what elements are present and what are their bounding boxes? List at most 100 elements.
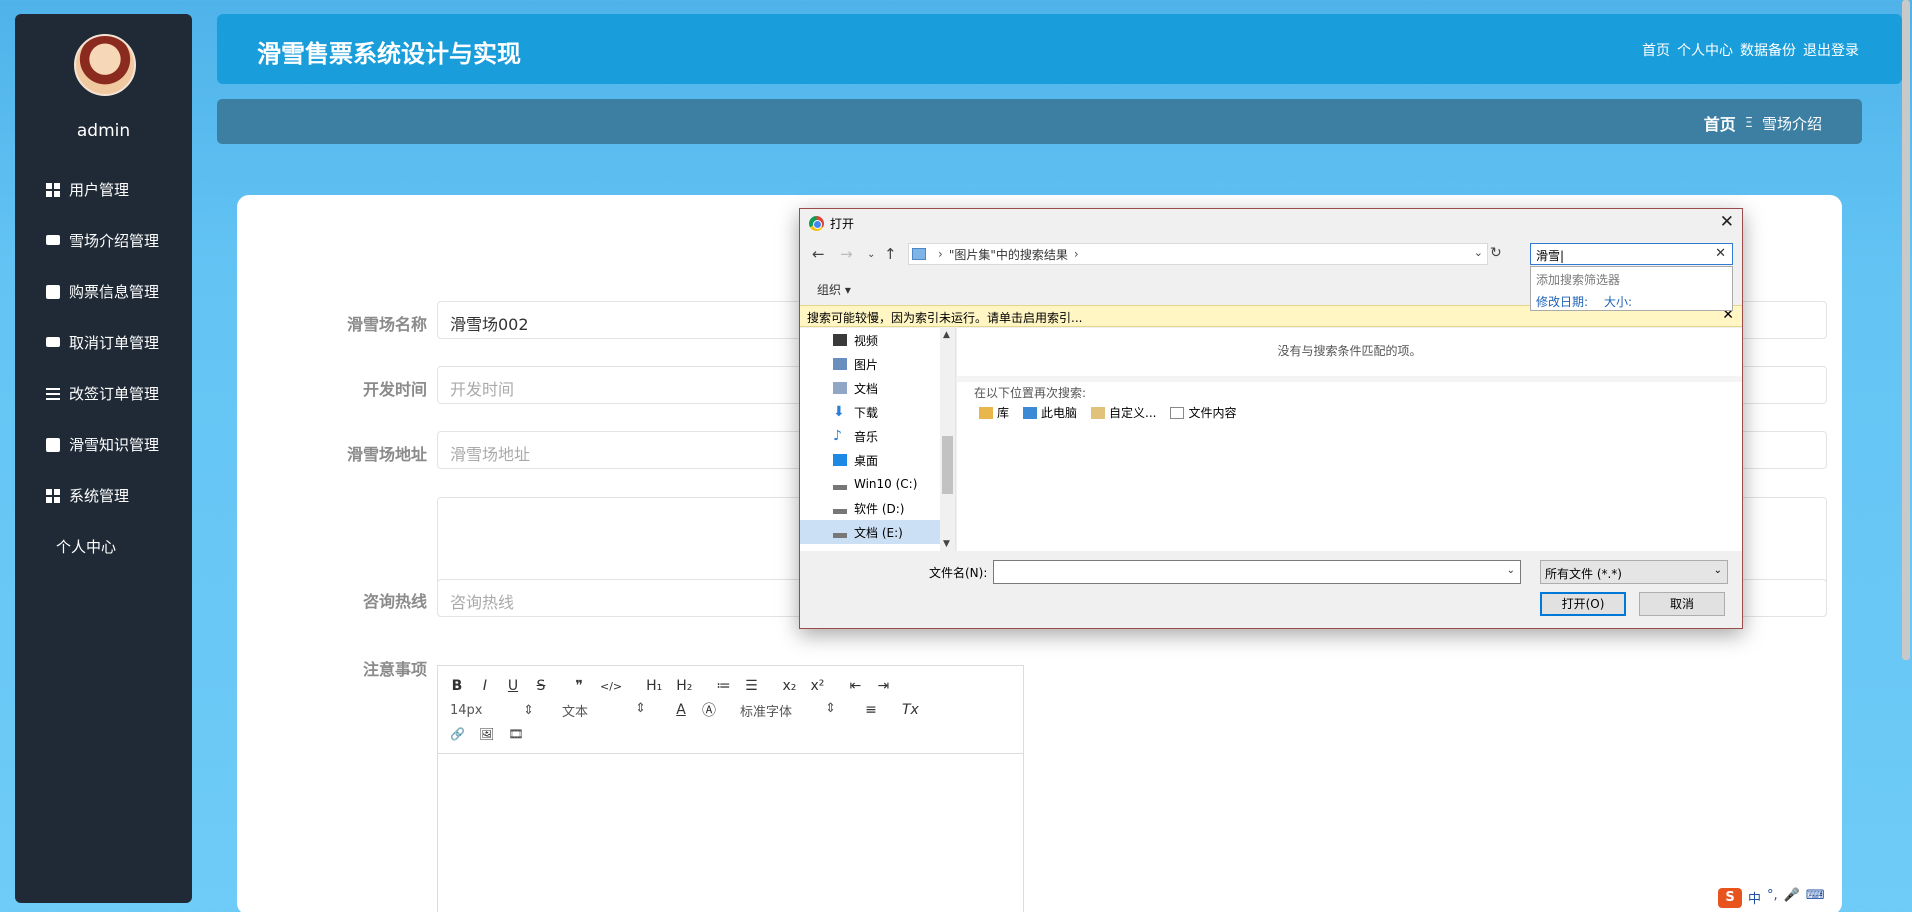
up-arrow-icon[interactable]: ↑: [884, 245, 897, 263]
quote-icon[interactable]: ❞: [572, 678, 586, 694]
toolbar-row-3: 🔗 🖼 🎞: [450, 722, 1011, 746]
refresh-icon[interactable]: ↻: [1490, 245, 1502, 261]
nav-item-label: Win10 (C:): [854, 477, 918, 491]
nav-item-label: 视频: [854, 333, 879, 348]
bold-button[interactable]: B: [450, 678, 464, 694]
nav-item-videos[interactable]: 视频: [800, 328, 955, 352]
search-again-custom[interactable]: 自定义...: [1091, 404, 1156, 421]
back-arrow-icon[interactable]: ←: [812, 245, 825, 263]
code-icon[interactable]: </>: [600, 680, 622, 693]
strikethrough-button[interactable]: S: [534, 678, 548, 694]
sidebar-item-ski-resort[interactable]: 雪场介绍管理: [15, 215, 192, 266]
clear-icon[interactable]: ✕: [1715, 246, 1726, 261]
nav-item-label: 文档 (E:): [854, 525, 903, 540]
nav-item-music[interactable]: ♪ 音乐: [800, 424, 955, 448]
search-again-file-contents[interactable]: 文件内容: [1170, 404, 1237, 421]
chrome-icon: [809, 216, 824, 231]
nav-item-drive-e[interactable]: 文档 (E:): [800, 520, 955, 544]
subscript-button[interactable]: x₂: [782, 678, 796, 694]
clear-format-icon[interactable]: Tx: [902, 702, 919, 718]
italic-button[interactable]: I: [478, 678, 492, 694]
divider: [957, 376, 1742, 382]
search-again-this-pc[interactable]: 此电脑: [1023, 404, 1077, 421]
keyboard-icon[interactable]: ⌨: [1806, 888, 1825, 908]
sidebar-item-users[interactable]: 用户管理: [15, 164, 192, 215]
editor-content-area[interactable]: [438, 754, 1023, 912]
filter-size[interactable]: 大小:: [1604, 293, 1632, 310]
nav-item-downloads[interactable]: ⬇ 下载: [800, 400, 955, 424]
sidebar-item-label: 系统管理: [69, 487, 130, 505]
sidebar-item-system[interactable]: 系统管理: [15, 470, 192, 521]
chevron-down-icon[interactable]: ⌄: [1507, 565, 1515, 576]
font-color-icon[interactable]: A: [674, 702, 688, 718]
scroll-thumb[interactable]: [942, 436, 953, 494]
close-icon[interactable]: ✕: [1720, 212, 1734, 232]
sidebar-item-cancel-orders[interactable]: 取消订单管理: [15, 317, 192, 368]
microphone-icon[interactable]: 🎤: [1784, 888, 1800, 908]
nav-item-drive-c[interactable]: Win10 (C:): [800, 472, 955, 496]
superscript-button[interactable]: x²: [810, 678, 824, 694]
header-link-data-backup[interactable]: 数据备份: [1740, 40, 1796, 60]
breadcrumb-separator: Ξ: [1744, 115, 1753, 131]
ordered-list-icon[interactable]: ≔: [716, 678, 730, 694]
sidebar-item-rebook-orders[interactable]: 改签订单管理: [15, 368, 192, 419]
forward-arrow-icon[interactable]: →: [840, 245, 853, 263]
image-icon[interactable]: 🖼: [479, 727, 494, 741]
filename-input[interactable]: ⌄: [993, 560, 1521, 584]
nav-item-desktop[interactable]: 桌面: [800, 448, 955, 472]
heading1-button[interactable]: H₁: [646, 678, 662, 694]
sidebar-item-ski-knowledge[interactable]: 滑雪知识管理: [15, 419, 192, 470]
sidebar-item-personal-center[interactable]: 个人中心: [15, 521, 289, 749]
block-type-select[interactable]: 文本 ⇕: [562, 701, 646, 720]
open-button[interactable]: 打开(O): [1540, 592, 1626, 616]
page-scrollbar[interactable]: [1902, 0, 1910, 660]
download-icon: ⬇: [833, 404, 845, 420]
document-icon: [1170, 406, 1185, 419]
header-link-home[interactable]: 首页: [1642, 40, 1670, 60]
search-again-libraries[interactable]: 库: [979, 404, 1009, 421]
outdent-icon[interactable]: ⇤: [848, 678, 862, 694]
address-bar[interactable]: › "图片集"中的搜索结果 › ⌄: [908, 243, 1488, 265]
font-family-select[interactable]: 标准字体 ⇕: [740, 701, 836, 720]
underline-button[interactable]: U: [506, 678, 520, 694]
sidebar-item-label: 滑雪知识管理: [69, 436, 160, 454]
top-header: 滑雪售票系统设计与实现 首页 个人中心 数据备份 退出登录: [217, 14, 1902, 84]
heading2-button[interactable]: H₂: [676, 678, 692, 694]
chevron-down-icon[interactable]: ⌄: [1474, 246, 1483, 259]
nav-item-label: 下载: [854, 405, 879, 420]
header-link-logout[interactable]: 退出登录: [1803, 40, 1859, 60]
header-links: 首页 个人中心 数据备份 退出登录: [1642, 40, 1859, 60]
drive-e-icon: [833, 526, 847, 538]
filter-date-modified[interactable]: 修改日期:: [1536, 293, 1588, 310]
bullet-list-icon[interactable]: ☰: [744, 678, 758, 694]
font-size-select[interactable]: 14px ⇕: [450, 703, 534, 718]
scroll-up-icon[interactable]: ▲: [943, 330, 950, 340]
background-color-icon[interactable]: Ⓐ: [702, 700, 716, 720]
organize-menu[interactable]: 组织 ▾: [817, 281, 851, 298]
scroll-down-icon[interactable]: ▼: [943, 539, 950, 549]
open-time-label: 开发时间: [362, 380, 427, 399]
sidebar: admin 用户管理 雪场介绍管理 购票信息管理 取消订单管理 改签订单管理 滑…: [15, 14, 289, 903]
link-icon[interactable]: 🔗: [450, 727, 465, 741]
indent-icon[interactable]: ⇥: [876, 678, 890, 694]
open-file-dialog: 打开 ✕ ← → ⌄ ↑ › "图片集"中的搜索结果 › ⌄ ↻ 滑雪| ✕ 添…: [799, 208, 1743, 629]
nav-item-pictures[interactable]: 图片: [800, 352, 955, 376]
nav-item-documents[interactable]: 文档: [800, 376, 955, 400]
align-icon[interactable]: ≡: [864, 702, 878, 718]
nav-item-drive-d[interactable]: 软件 (D:): [800, 496, 955, 520]
recent-dropdown-icon[interactable]: ⌄: [867, 249, 875, 260]
address-label: 滑雪场地址: [346, 445, 427, 464]
sidebar-item-tickets[interactable]: 购票信息管理: [15, 266, 192, 317]
breadcrumb-home[interactable]: 首页: [1704, 111, 1736, 135]
sogou-logo-icon[interactable]: S: [1718, 888, 1742, 908]
avatar[interactable]: [74, 34, 136, 96]
nav-scrollbar[interactable]: ▲ ▼: [940, 328, 955, 551]
music-icon: ♪: [833, 428, 842, 444]
ime-punctuation[interactable]: °,: [1767, 888, 1778, 908]
search-input[interactable]: 滑雪| ✕: [1530, 243, 1733, 265]
ime-chinese-mode[interactable]: 中: [1748, 888, 1761, 908]
header-link-personal-center[interactable]: 个人中心: [1677, 40, 1733, 60]
video-icon[interactable]: 🎞: [508, 727, 523, 741]
cancel-button[interactable]: 取消: [1639, 592, 1725, 616]
file-type-select[interactable]: 所有文件 (*.*) ⌄: [1540, 560, 1728, 584]
